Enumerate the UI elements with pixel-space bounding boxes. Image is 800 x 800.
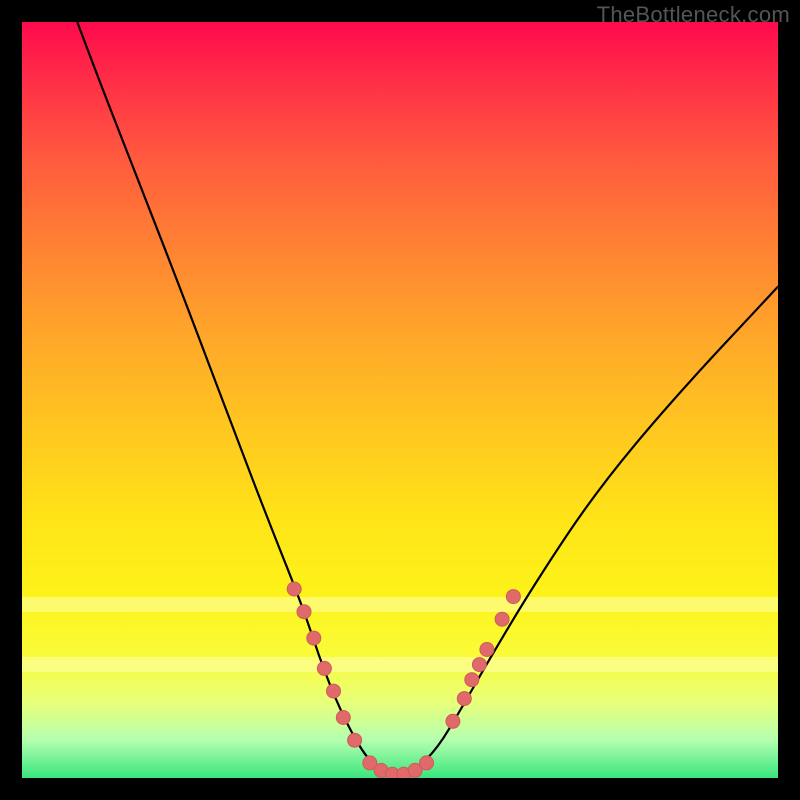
chart-plot-area — [22, 22, 778, 778]
watermark-text: TheBottleneck.com — [597, 2, 790, 28]
